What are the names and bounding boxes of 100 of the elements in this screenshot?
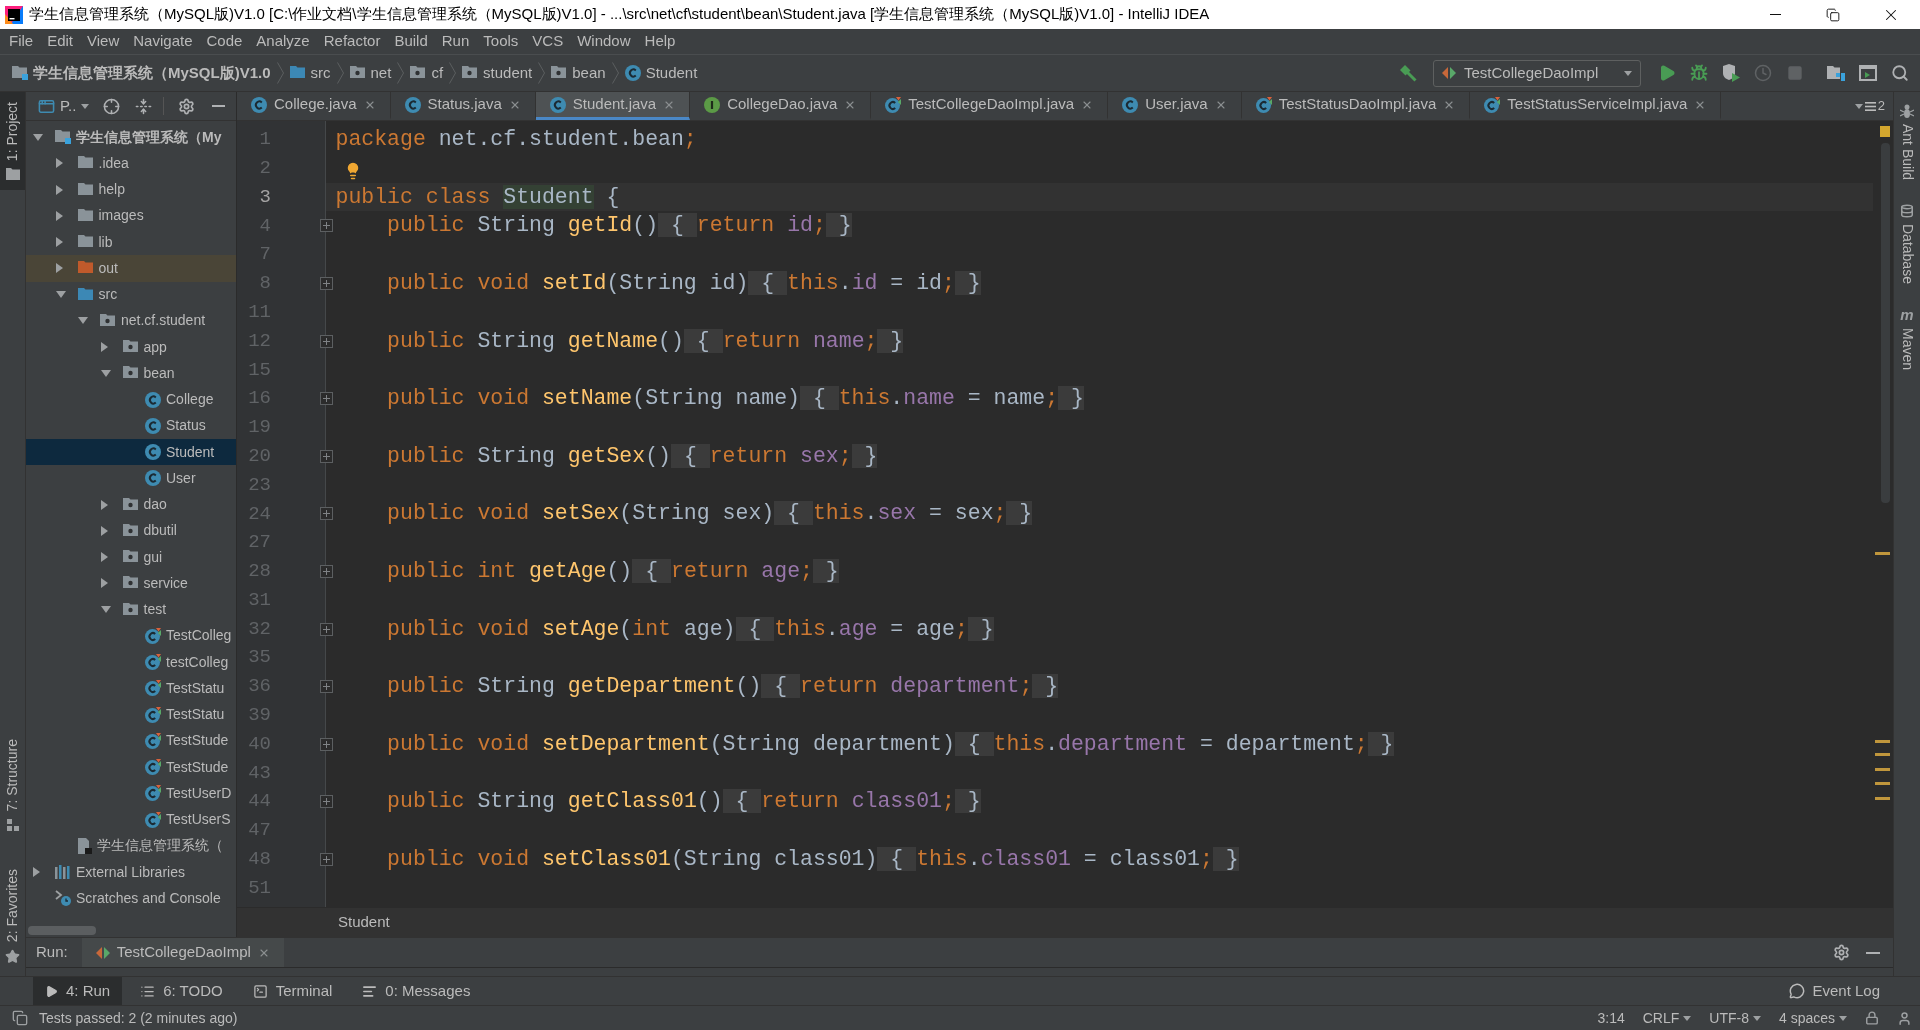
- tree-item[interactable]: out: [26, 255, 236, 282]
- plus-box-icon[interactable]: [320, 449, 333, 463]
- breadcrumb-item[interactable]: bean: [549, 60, 608, 86]
- tool-window-button[interactable]: m Maven: [1896, 308, 1918, 370]
- locate-button[interactable]: [101, 96, 122, 116]
- editor-tab[interactable]: Status.java: [390, 92, 536, 120]
- menu-item[interactable]: Edit: [40, 29, 81, 54]
- caret-right-icon[interactable]: [55, 158, 63, 169]
- editor-tab[interactable]: TestCollegeDaoImpl.java: [871, 92, 1109, 120]
- tree-item[interactable]: help: [26, 176, 236, 203]
- tool-window-button[interactable]: 7: Structure: [0, 735, 25, 835]
- tree-item[interactable]: Status: [26, 412, 236, 439]
- menu-item[interactable]: Navigate: [126, 29, 200, 54]
- tool-window-button[interactable]: 4: Run: [33, 977, 123, 1005]
- caret-right-icon[interactable]: [100, 499, 108, 510]
- caret-right-icon[interactable]: [55, 210, 63, 221]
- squares-icon[interactable]: [12, 1010, 28, 1026]
- editor-tab[interactable]: CollegeDao.java: [690, 92, 872, 120]
- menu-item[interactable]: Help: [637, 29, 683, 54]
- plus-box-icon[interactable]: [320, 795, 333, 809]
- plus-box-icon[interactable]: [320, 507, 333, 521]
- plus-box-icon[interactable]: [320, 219, 333, 233]
- caret-down-icon[interactable]: [78, 317, 88, 325]
- tree-item[interactable]: TestStude: [26, 754, 236, 781]
- caret-right-icon[interactable]: [55, 237, 63, 248]
- lock-icon[interactable]: [1865, 1011, 1879, 1025]
- caret-down-icon[interactable]: [100, 606, 111, 614]
- status-widget[interactable]: CRLF: [1642, 1007, 1692, 1029]
- tool-window-button[interactable]: Database: [1896, 204, 1918, 284]
- breadcrumb-item[interactable]: src: [287, 60, 333, 86]
- tree-item[interactable]: images: [26, 202, 236, 229]
- caret-right-icon[interactable]: [100, 552, 108, 563]
- breadcrumb-item[interactable]: net: [347, 60, 394, 86]
- caret-right-icon[interactable]: [33, 867, 40, 878]
- person-icon[interactable]: [1897, 1010, 1912, 1026]
- tree-item[interactable]: TestStude: [26, 727, 236, 754]
- tree-item[interactable]: TestStatu: [26, 675, 236, 702]
- breadcrumb-item[interactable]: 学生信息管理系统（MySQL版)V1.0: [10, 60, 273, 86]
- tree-item[interactable]: net.cf.student: [26, 307, 236, 334]
- tree-item[interactable]: Student: [26, 439, 236, 466]
- tool-window-button[interactable]: 0: Messages: [350, 977, 483, 1005]
- tree-item[interactable]: TestUserD: [26, 780, 236, 807]
- breadcrumb-item[interactable]: Student: [622, 60, 700, 86]
- breadcrumb-item[interactable]: Student: [338, 911, 390, 934]
- caret-down-icon[interactable]: [55, 291, 66, 299]
- collapse-all-button[interactable]: [133, 96, 154, 116]
- menu-item[interactable]: Refactor: [316, 29, 388, 54]
- settings-button[interactable]: [176, 96, 197, 116]
- tool-window-button[interactable]: 6: TODO: [128, 977, 235, 1005]
- plus-box-icon[interactable]: [320, 334, 333, 348]
- tree-item[interactable]: .idea: [26, 150, 236, 177]
- breadcrumb-item[interactable]: student: [460, 60, 535, 86]
- tree-item[interactable]: src: [26, 281, 236, 308]
- tab-list-button[interactable]: 2: [1854, 92, 1885, 120]
- status-widget[interactable]: 4 spaces: [1778, 1007, 1847, 1029]
- plus-box-icon[interactable]: [320, 277, 333, 290]
- tree-item[interactable]: TestUserS: [26, 806, 236, 833]
- menu-item[interactable]: Window: [570, 29, 638, 54]
- plus-box-icon[interactable]: [320, 392, 333, 406]
- menu-item[interactable]: Tools: [476, 29, 526, 54]
- caret-right-icon[interactable]: [100, 342, 108, 353]
- tool-window-button[interactable]: 2: Favorites: [0, 864, 25, 968]
- plus-box-icon[interactable]: [320, 737, 333, 751]
- tree-item[interactable]: service: [26, 570, 236, 597]
- editor-tab[interactable]: TestStatusServiceImpl.java: [1470, 92, 1722, 120]
- tree-item[interactable]: College: [26, 386, 236, 413]
- tree-item[interactable]: Scratches and Console: [26, 885, 236, 912]
- tree-item[interactable]: User: [26, 465, 236, 492]
- menu-item[interactable]: Code: [199, 29, 250, 54]
- plus-box-icon[interactable]: [320, 680, 333, 694]
- caret-right-icon[interactable]: [55, 184, 63, 195]
- menu-item[interactable]: VCS: [525, 29, 571, 54]
- settings-button[interactable]: [1831, 942, 1851, 963]
- editor-tab[interactable]: Student.java: [535, 92, 691, 120]
- caret-right-icon[interactable]: [55, 263, 63, 274]
- status-widget[interactable]: 3:14: [1597, 1007, 1625, 1029]
- menu-item[interactable]: Run: [434, 29, 477, 54]
- caret-down-icon[interactable]: [100, 369, 111, 377]
- plus-box-icon[interactable]: [320, 852, 333, 866]
- tree-item[interactable]: testColleg: [26, 649, 236, 676]
- tree-item[interactable]: 学生信息管理系统（My: [26, 124, 236, 151]
- menu-item[interactable]: Analyze: [249, 29, 317, 54]
- run-config-dropdown[interactable]: TestCollegeDaoImpl: [1433, 59, 1641, 87]
- event-log-button[interactable]: Event Log: [1789, 977, 1880, 1005]
- caret-right-icon[interactable]: [100, 525, 108, 536]
- menu-item[interactable]: Build: [387, 29, 435, 54]
- breadcrumb-item[interactable]: cf: [408, 60, 446, 86]
- tree-item[interactable]: lib: [26, 229, 236, 256]
- run-tab[interactable]: TestCollegeDaoImpl: [81, 938, 284, 967]
- status-widget[interactable]: UTF-8: [1709, 1007, 1761, 1029]
- caret-right-icon[interactable]: [100, 578, 108, 589]
- tree-item[interactable]: gui: [26, 544, 236, 571]
- tree-item[interactable]: test: [26, 596, 236, 623]
- menu-item[interactable]: View: [80, 29, 127, 54]
- editor-tab[interactable]: User.java: [1108, 92, 1242, 120]
- caret-down-icon[interactable]: [33, 133, 43, 141]
- editor-tab[interactable]: TestStatusDaoImpl.java: [1241, 92, 1471, 120]
- tool-window-button[interactable]: 1: Project: [0, 92, 25, 191]
- tool-window-button[interactable]: Terminal: [240, 977, 345, 1005]
- tree-item[interactable]: 学生信息管理系统（: [26, 832, 236, 859]
